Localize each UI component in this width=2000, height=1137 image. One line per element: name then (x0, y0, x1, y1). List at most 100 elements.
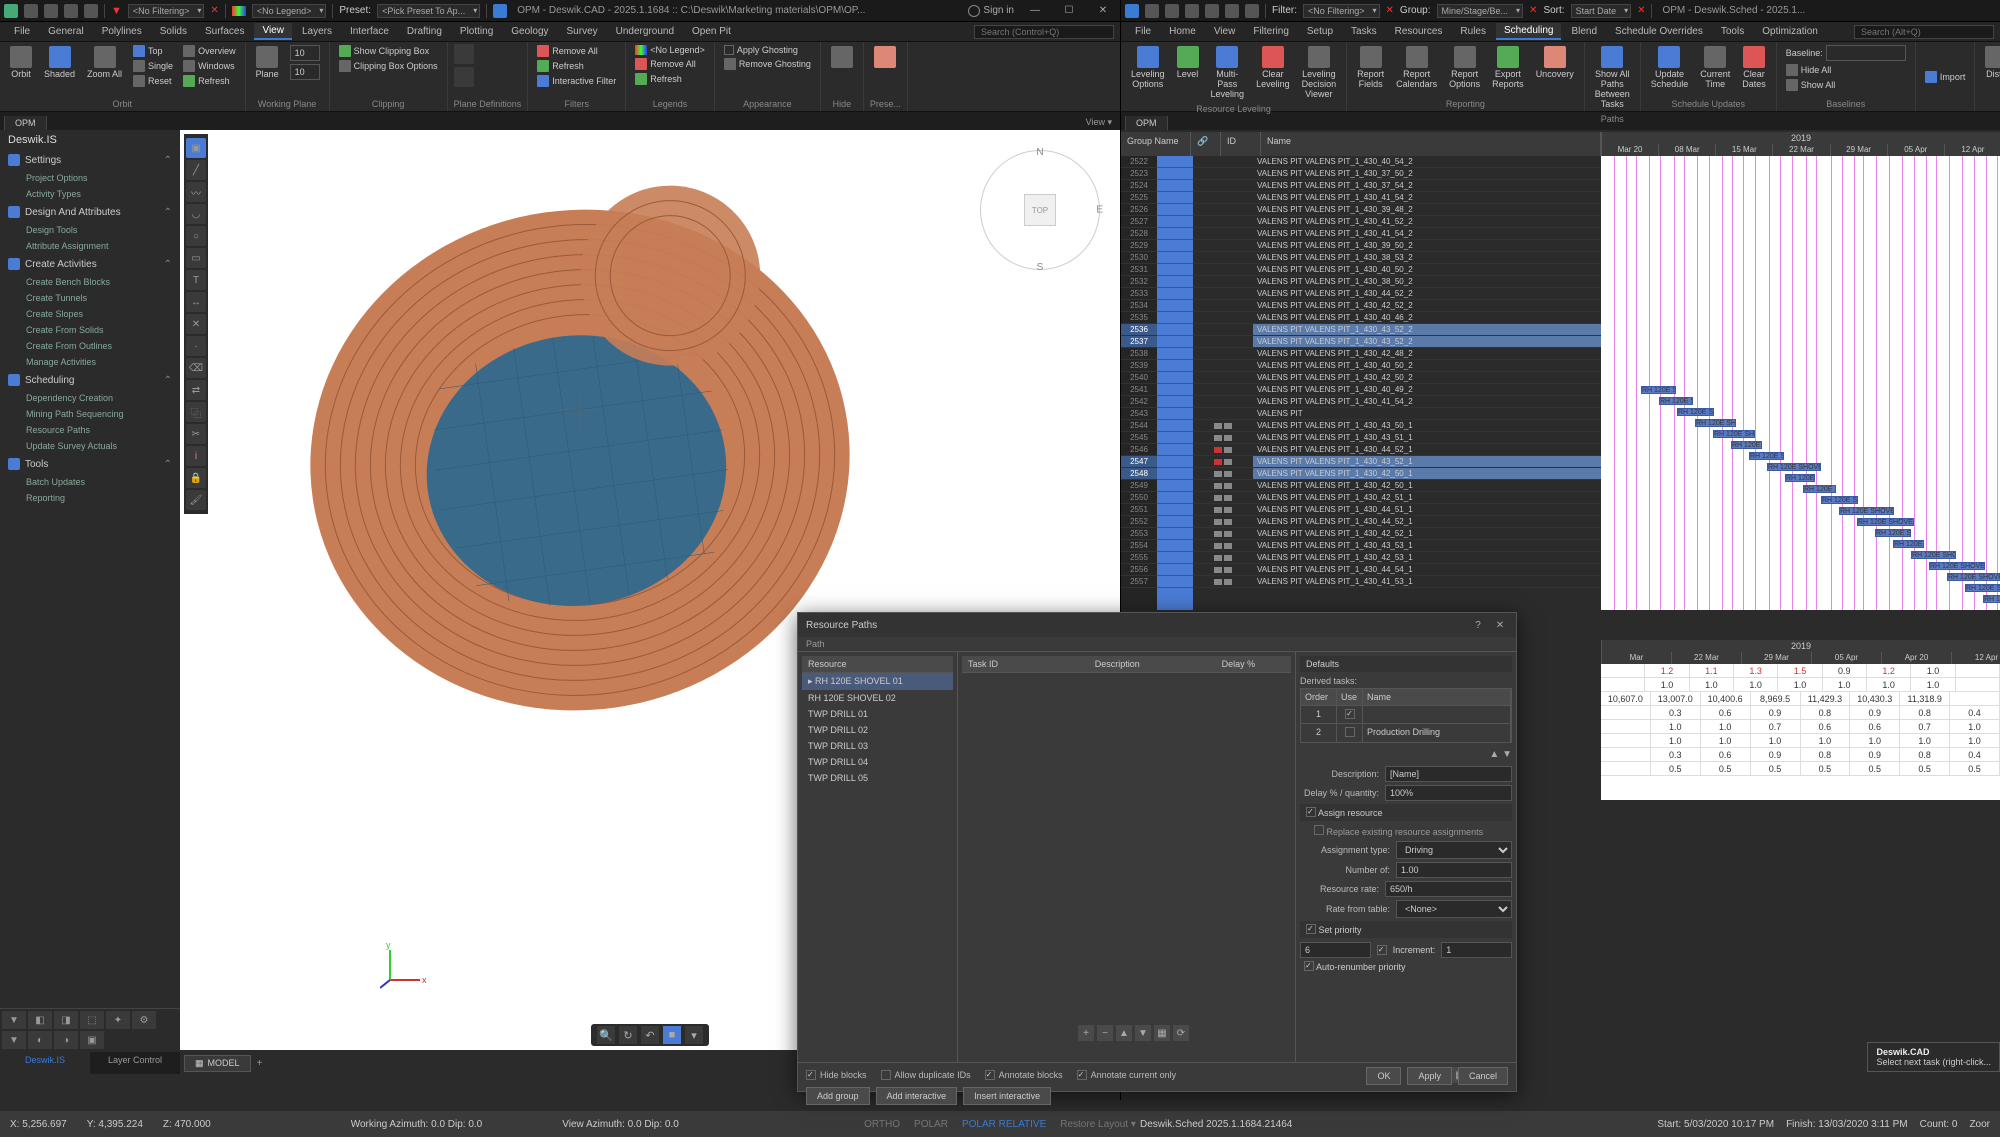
bt-9[interactable]: ◑ (54, 1031, 78, 1049)
task-name-cell[interactable]: VALENS PIT VALENS PIT_1_430_40_46_2 (1253, 312, 1601, 324)
sidebar-section-settings[interactable]: Settings⌃ (0, 150, 180, 170)
sched-menu-file[interactable]: File (1127, 24, 1159, 39)
task-id-cell[interactable]: 2544 (1121, 420, 1157, 432)
menu-interface[interactable]: Interface (342, 24, 397, 39)
bt-10[interactable]: ▣ (80, 1031, 104, 1049)
legend-dropdown[interactable]: <No Legend> (252, 4, 327, 18)
task-name-cell[interactable]: VALENS PIT VALENS PIT_1_430_43_50_1 (1253, 420, 1601, 432)
tool-info[interactable]: i (186, 446, 206, 466)
assign-type-select[interactable]: Driving (1396, 841, 1512, 859)
task-name-cell[interactable]: VALENS PIT VALENS PIT_1_430_38_50_2 (1253, 276, 1601, 288)
sidebar-item-attribute-assignment[interactable]: Attribute Assignment (0, 238, 180, 254)
sidebar-tab-deswik-is[interactable]: Deswik.IS (0, 1052, 90, 1074)
sidebar-tab-layer-control[interactable]: Layer Control (90, 1052, 180, 1074)
task-id-cell[interactable]: 2529 (1121, 240, 1157, 252)
priority-input[interactable] (1300, 942, 1371, 958)
polar-toggle[interactable]: POLAR (914, 1119, 948, 1130)
annotate-blocks-check[interactable]: Annotate blocks (985, 1067, 1063, 1083)
distrib-button[interactable]: Distri (1981, 44, 2000, 109)
task-id-cell[interactable]: 2540 (1121, 372, 1157, 384)
task-id-cell[interactable]: 2551 (1121, 504, 1157, 516)
baseline-input[interactable] (1826, 45, 1906, 61)
gantt-bar[interactable]: RH 120E SHOVEL 01 (1749, 452, 1784, 460)
task-id-cell[interactable]: 2539 (1121, 360, 1157, 372)
restore-layout-button[interactable]: Restore Layout ▾ (1060, 1119, 1136, 1130)
task-name-cell[interactable]: VALENS PIT VALENS PIT_1_430_44_52_2 (1253, 288, 1601, 300)
gantt-bar[interactable]: RH 120E SHOVEL 01 (1965, 584, 2000, 592)
resource-row[interactable]: RH 120E SHOVEL 02 (802, 690, 953, 706)
task-id-cell[interactable]: 2550 (1121, 492, 1157, 504)
task-name-cell[interactable]: VALENS PIT VALENS PIT_1_430_41_53_1 (1253, 576, 1601, 588)
sched-menu-resources[interactable]: Resources (1387, 24, 1451, 39)
add-group-button[interactable]: Add group (806, 1087, 870, 1105)
qat-open-icon[interactable] (44, 4, 58, 18)
sched-group-clear[interactable]: ✕ (1529, 5, 1537, 16)
menu-open-pit[interactable]: Open Pit (684, 24, 739, 39)
bt-1[interactable]: ▼ (2, 1011, 26, 1029)
task-name-cell[interactable]: VALENS PIT VALENS PIT_1_430_42_48_2 (1253, 348, 1601, 360)
minimize-button[interactable]: — (1022, 2, 1048, 20)
clear-dates-button[interactable]: Clear Dates (1738, 44, 1770, 97)
task-id-cell[interactable]: 2543 (1121, 408, 1157, 420)
gantt-bar[interactable]: RH 120E SHOVEL 01 (1929, 562, 1985, 570)
col-group[interactable]: Group Name (1121, 132, 1191, 156)
gantt-bar[interactable]: RH 120E SHOVEL 01 (1983, 595, 2000, 603)
bt-7[interactable]: ▼ (2, 1031, 26, 1049)
gantt-bar[interactable]: RH 120E SHOVEL 01 (1785, 474, 1815, 482)
sched-menu-rules[interactable]: Rules (1452, 24, 1494, 39)
task-name-cell[interactable]: VALENS PIT VALENS PIT_1_430_41_54_2 (1253, 192, 1601, 204)
desc-input[interactable] (1385, 766, 1512, 782)
insert-interactive-button[interactable]: Insert interactive (963, 1087, 1051, 1105)
tool-point[interactable]: · (186, 336, 206, 356)
task-id-cell[interactable]: 2526 (1121, 204, 1157, 216)
task-name-cell[interactable]: VALENS PIT (1253, 408, 1601, 420)
annotate-current-check[interactable]: Annotate current only (1077, 1067, 1177, 1083)
sidebar-item-create-tunnels[interactable]: Create Tunnels (0, 290, 180, 306)
gantt-bar[interactable]: RH 120E SHOVEL 01 (1641, 386, 1676, 394)
menu-layers[interactable]: Layers (294, 24, 340, 39)
view-compass[interactable]: N S E TOP (980, 150, 1100, 270)
interactive-filter[interactable]: Interactive Filter (534, 74, 619, 88)
qat-redo-icon[interactable] (84, 4, 98, 18)
sched-sort-clear[interactable]: ✕ (1637, 5, 1645, 16)
dialog-help-icon[interactable]: ? (1470, 620, 1486, 631)
task-name-cell[interactable]: VALENS PIT VALENS PIT_1_430_40_50_2 (1253, 264, 1601, 276)
task-name-cell[interactable]: VALENS PIT VALENS PIT_1_430_43_53_1 (1253, 540, 1601, 552)
bt-8[interactable]: ◐ (28, 1031, 52, 1049)
resource-row[interactable]: TWP DRILL 03 (802, 738, 953, 754)
bt-5[interactable]: ✦ (106, 1011, 130, 1029)
menu-geology[interactable]: Geology (503, 24, 556, 39)
task-id-cell[interactable]: 2524 (1121, 180, 1157, 192)
gantt-bar[interactable]: RH 120E SHOVEL 01 (1803, 485, 1836, 493)
gantt-bar[interactable]: RH 120E SHOVEL 01 (1731, 441, 1762, 449)
report-options-button[interactable]: Report Options (1445, 44, 1484, 97)
task-name-cell[interactable]: VALENS PIT VALENS PIT_1_430_43_51_1 (1253, 432, 1601, 444)
uncovery-button[interactable]: Uncovery (1532, 44, 1578, 97)
view-dropdown[interactable]: View ▾ (1078, 115, 1120, 130)
task-id-cell[interactable]: 2522 (1121, 156, 1157, 168)
bt-4[interactable]: ⬚ (80, 1011, 104, 1029)
prese-button[interactable] (870, 44, 900, 97)
sched-qat-undo[interactable] (1185, 4, 1199, 18)
sched-qat-redo[interactable] (1205, 4, 1219, 18)
task-name-cell[interactable]: VALENS PIT VALENS PIT_1_430_42_50_1 (1253, 468, 1601, 480)
auto-renumber-check[interactable] (1304, 961, 1314, 971)
task-name-cell[interactable]: VALENS PIT VALENS PIT_1_430_44_52_1 (1253, 444, 1601, 456)
task-name-cell[interactable]: VALENS PIT VALENS PIT_1_430_40_50_2 (1253, 360, 1601, 372)
legend-remove-all[interactable]: Remove All (632, 57, 708, 71)
menu-file[interactable]: File (6, 24, 38, 39)
sidebar-item-dependency-creation[interactable]: Dependency Creation (0, 390, 180, 406)
reset-button[interactable]: Reset (130, 74, 176, 88)
filter-clear-icon[interactable]: ✕ (210, 5, 218, 16)
sidebar-item-resource-paths[interactable]: Resource Paths (0, 422, 180, 438)
task-id-cell[interactable]: 2525 (1121, 192, 1157, 204)
update-schedule-button[interactable]: Update Schedule (1647, 44, 1693, 97)
sidebar-item-batch-updates[interactable]: Batch Updates (0, 474, 180, 490)
export-reports-button[interactable]: Export Reports (1488, 44, 1528, 97)
filter-refresh[interactable]: Refresh (534, 59, 619, 73)
compass-top-face[interactable]: TOP (1024, 194, 1056, 226)
task-name-cell[interactable]: VALENS PIT VALENS PIT_1_430_42_53_1 (1253, 552, 1601, 564)
tool-snap[interactable]: ✕ (186, 314, 206, 334)
task-name-cell[interactable]: VALENS PIT VALENS PIT_1_430_44_51_1 (1253, 504, 1601, 516)
search-input-right[interactable] (1854, 25, 1994, 39)
